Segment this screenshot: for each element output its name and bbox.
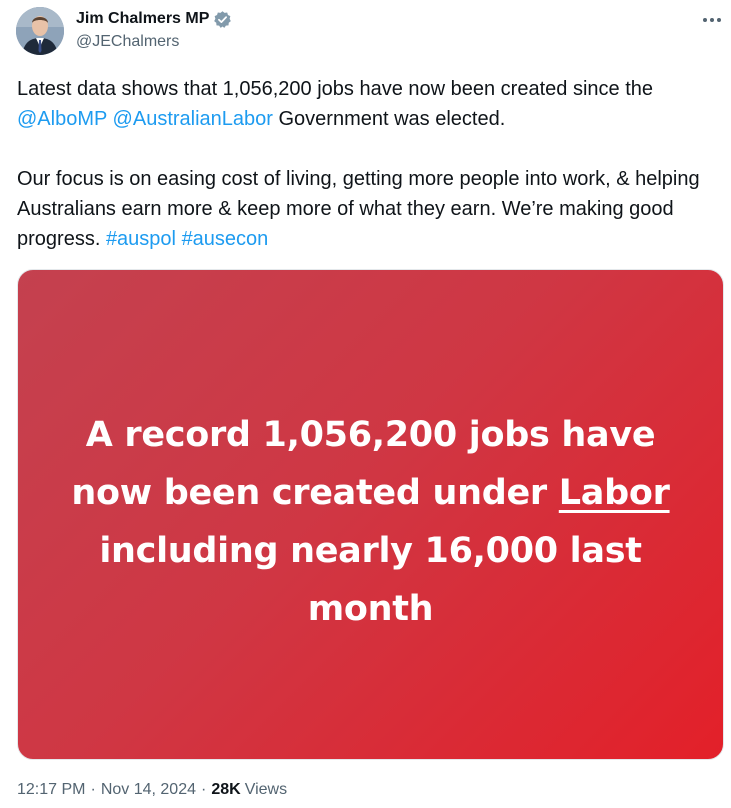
views-label[interactable]: Views [245, 781, 287, 799]
meta-separator: · [201, 781, 207, 798]
tweet-text-part2: Government was elected. [272, 108, 506, 130]
hashtag-auspol[interactable]: #auspol [106, 228, 176, 250]
tweet-time[interactable]: 12:17 PM [17, 781, 85, 799]
tweet-date[interactable]: Nov 14, 2024 [101, 781, 196, 799]
tweet-text-part1: Latest data shows that 1,056,200 jobs ha… [17, 78, 653, 100]
media-headline: A record 1,056,200 jobs have now been cr… [48, 406, 693, 638]
meta-separator: · [90, 781, 96, 798]
author-block: Jim Chalmers MP @JEChalmers [76, 9, 232, 51]
more-options-icon[interactable] [696, 10, 728, 30]
author-handle[interactable]: @JEChalmers [76, 33, 232, 51]
avatar-photo-icon [16, 7, 64, 55]
media-image[interactable]: A record 1,056,200 jobs have now been cr… [17, 269, 724, 760]
tweet-paragraph-2: Our focus is on easing cost of living, g… [17, 164, 722, 254]
tweet-meta: 12:17 PM · Nov 14, 2024 · 28K Views [17, 781, 287, 799]
headline-part2: including nearly 16,000 last month [99, 531, 642, 629]
avatar[interactable] [16, 7, 64, 55]
headline-underlined-word: Labor [558, 473, 670, 513]
views-count[interactable]: 28K [211, 781, 240, 799]
hashtag-ausecon[interactable]: #ausecon [182, 228, 269, 250]
author-name[interactable]: Jim Chalmers MP [76, 10, 209, 28]
tweet-text: Latest data shows that 1,056,200 jobs ha… [17, 74, 722, 254]
mention-australianlabor[interactable]: @AustralianLabor [113, 108, 273, 130]
tweet: Jim Chalmers MP @JEChalmers Latest data … [0, 0, 731, 808]
mention-albomp[interactable]: @AlboMP [17, 108, 107, 130]
name-row: Jim Chalmers MP [76, 9, 232, 29]
verified-badge-icon[interactable] [213, 10, 232, 29]
tweet-paragraph-1: Latest data shows that 1,056,200 jobs ha… [17, 74, 722, 134]
